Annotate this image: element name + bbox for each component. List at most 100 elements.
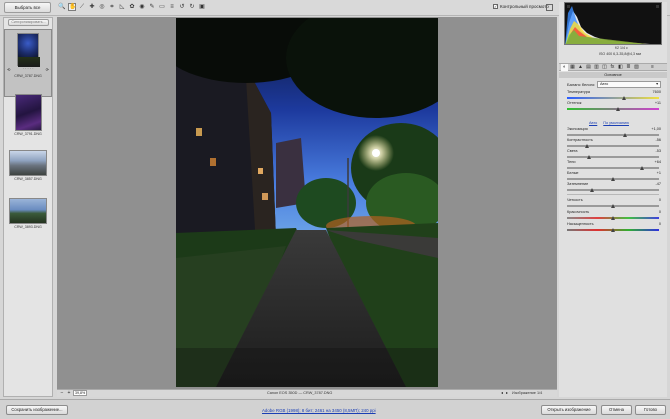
zoom-out-button[interactable]: − (59, 390, 65, 396)
highlights-knob[interactable] (587, 155, 592, 159)
temperature-knob[interactable] (622, 96, 627, 100)
highlight-clipping-icon[interactable] (656, 5, 659, 8)
vibrance-knob[interactable] (611, 216, 615, 220)
exposure-track[interactable] (567, 134, 659, 136)
rotate-icon[interactable]: ⟳ (46, 67, 49, 72)
preview-checkbox[interactable]: ✓ (493, 4, 498, 9)
color-sampler-icon[interactable]: ✚ (88, 3, 96, 11)
panel-menu-icon[interactable]: ≡ (649, 64, 656, 71)
hand-icon[interactable]: ✋ (68, 3, 76, 11)
saturation-value[interactable]: 0 (659, 222, 661, 226)
shadows-value[interactable]: +64 (655, 160, 661, 164)
contrast-label: Контрастность (567, 138, 593, 142)
basic-tab-icon[interactable]: ◐ (561, 64, 568, 71)
tint-knob[interactable] (615, 107, 620, 111)
whites-knob[interactable] (611, 177, 615, 181)
trash-icon[interactable]: ▣ (198, 3, 206, 11)
vibrance-value[interactable]: 0 (659, 210, 661, 214)
panel-tabs: ◐ ▦ ▲ ▤ ▥ ◫ fx ◧ ≣ ▧ ≡ (559, 63, 667, 71)
preview-toggle[interactable]: ✓ Контрольный просмотр (493, 4, 549, 9)
vibrance-slider[interactable]: Красочность 0 (567, 210, 663, 222)
open-image-button[interactable]: Открыть изображение (541, 405, 597, 415)
spot-removal-icon[interactable]: ✿ (128, 3, 136, 11)
crop-icon[interactable]: ⌗ (108, 3, 116, 11)
workflow-options-link[interactable]: Adobe RGB (1998); 8 бит; 2461 на 3450 (8… (262, 408, 376, 413)
straighten-icon[interactable]: ◺ (118, 3, 126, 11)
film-item-4[interactable]: CRW_3893.DNG (4, 198, 52, 238)
fullscreen-icon[interactable] (546, 4, 553, 11)
clarity-knob[interactable] (611, 204, 615, 208)
contrast-knob[interactable] (585, 144, 590, 148)
effects-tab-icon[interactable]: fx (609, 64, 616, 71)
prev-image-icon[interactable]: ◂ (501, 390, 503, 395)
film-item-1[interactable]: ⟲ · · · · · ⟳ CRW_3787.DNG (4, 29, 52, 97)
highlights-value[interactable]: -53 (656, 149, 662, 153)
white-balance-select[interactable]: Авто ▾ (597, 81, 661, 88)
film-item-2[interactable]: CRW_3791.DNG (4, 94, 52, 140)
zoom-in-button[interactable]: + (66, 390, 72, 396)
tint-value[interactable]: +11 (655, 101, 661, 105)
temperature-value[interactable]: 7600 (653, 90, 661, 94)
whites-label: Белые (567, 171, 579, 175)
exposure-knob[interactable] (622, 133, 627, 137)
graduated-filter-icon[interactable]: ▭ (158, 3, 166, 11)
red-eye-icon[interactable]: ◉ (138, 3, 146, 11)
blacks-slider[interactable]: Затемнение -47 (567, 182, 663, 194)
shadows-track[interactable] (567, 167, 659, 169)
exposure-value[interactable]: +1,00 (651, 127, 661, 131)
clarity-slider[interactable]: Четкость 0 (567, 198, 663, 210)
rotate-icon[interactable]: ⟲ (7, 67, 10, 72)
tone-curve-tab-icon[interactable]: ▦ (569, 64, 576, 71)
hsl-tab-icon[interactable]: ▤ (585, 64, 592, 71)
clarity-label: Четкость (567, 198, 583, 202)
detail-tab-icon[interactable]: ▲ (577, 64, 584, 71)
camera-calibration-tab-icon[interactable]: ◧ (617, 64, 624, 71)
save-image-button[interactable]: Сохранить изображение... (6, 405, 68, 415)
thumbnail-filename: CRW_3791.DNG (14, 132, 42, 136)
blacks-track[interactable] (567, 189, 659, 191)
blacks-value[interactable]: -47 (656, 182, 662, 186)
tint-track[interactable] (567, 108, 659, 110)
presets-tab-icon[interactable]: ≣ (625, 64, 632, 71)
lens-tab-icon[interactable]: ◫ (601, 64, 608, 71)
night-street-photo (176, 18, 438, 387)
temperature-track[interactable] (567, 97, 659, 99)
saturation-knob[interactable] (611, 228, 615, 232)
camera-file-info: Canon EOS 350D — CRW_3787.DNG (267, 391, 333, 395)
tint-slider[interactable]: Оттенок +11 (567, 101, 663, 113)
adjustment-brush-icon[interactable]: ✎ (148, 3, 156, 11)
preferences-icon[interactable]: ≡ (168, 3, 176, 11)
blacks-knob[interactable] (589, 188, 594, 192)
next-image-icon[interactable]: ▸ (506, 390, 508, 395)
auto-link[interactable]: Авто (589, 121, 597, 125)
contrast-track[interactable] (567, 145, 659, 147)
default-link[interactable]: По умолчанию (603, 121, 629, 125)
film-item-3[interactable]: CRW_3857.DNG (4, 150, 52, 190)
shadow-clipping-icon[interactable] (567, 5, 570, 8)
contrast-value[interactable]: -56 (656, 138, 662, 142)
zoom-icon[interactable]: 🔍 (58, 3, 66, 11)
shadows-label: Тени (567, 160, 576, 164)
rating-stars[interactable]: · · · · · (22, 67, 33, 72)
sync-button[interactable]: Синхронизировать... (8, 19, 49, 26)
rotate-cw-icon[interactable]: ↻ (188, 3, 196, 11)
shadows-knob[interactable] (640, 166, 645, 170)
done-button[interactable]: Готово (635, 405, 666, 415)
zoom-level-select[interactable]: 39,8% (73, 390, 87, 396)
clarity-value[interactable]: 0 (659, 198, 661, 202)
white-balance-icon[interactable]: ⟋ (78, 3, 86, 11)
preview-canvas[interactable] (57, 17, 557, 389)
saturation-slider[interactable]: Насыщенность 0 (567, 222, 663, 234)
tint-label: Оттенок (567, 101, 582, 105)
rotate-ccw-icon[interactable]: ↺ (178, 3, 186, 11)
cancel-button[interactable]: Отмена (601, 405, 632, 415)
whites-value[interactable]: +1 (657, 171, 661, 175)
adjustments-panel: f/2 1/4 с ISO 400 6,3-35,8@4,3 мм ◐ ▦ ▲ … (559, 2, 667, 397)
select-all-button[interactable]: Выбрать все (4, 2, 51, 13)
aperture-shutter: f/2 1/4 с (615, 46, 628, 50)
highlights-track[interactable] (567, 156, 659, 158)
split-toning-tab-icon[interactable]: ▥ (593, 64, 600, 71)
snapshots-tab-icon[interactable]: ▧ (633, 64, 640, 71)
thumbnail-filename: CRW_3893.DNG (14, 225, 42, 229)
targeted-adjustment-icon[interactable]: ◎ (98, 3, 106, 11)
